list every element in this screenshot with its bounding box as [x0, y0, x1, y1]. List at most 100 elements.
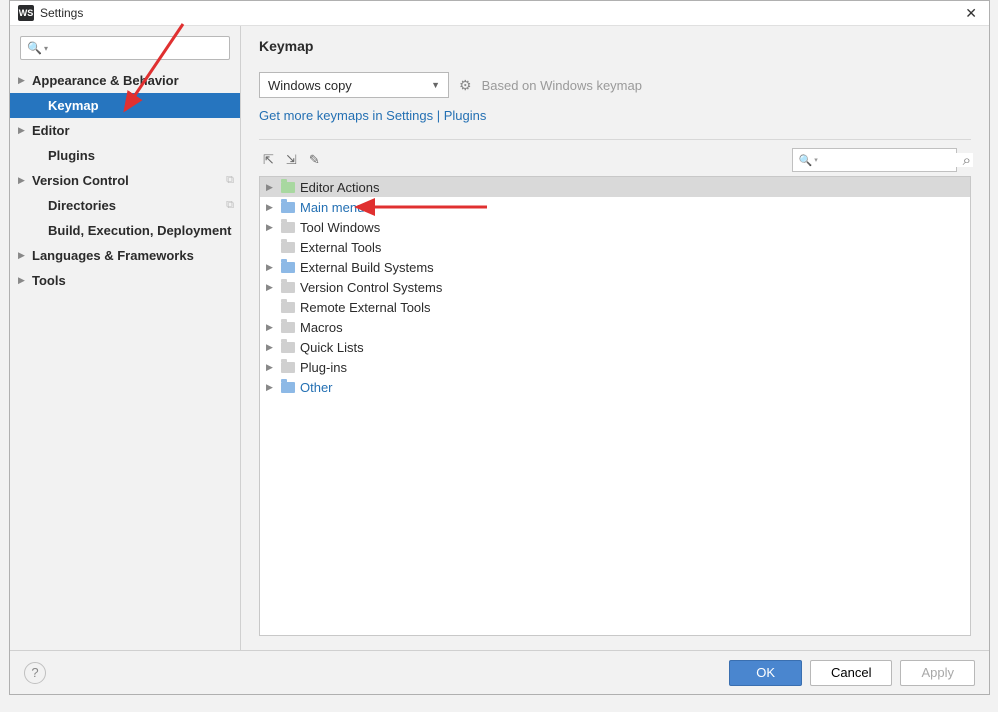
collapse-all-icon[interactable]: ⇲ [286, 152, 297, 168]
close-icon[interactable]: ✕ [961, 5, 981, 22]
chevron-right-icon: ▶ [18, 175, 32, 186]
action-search-input[interactable] [818, 153, 973, 167]
chevron-right-icon: ▶ [266, 182, 280, 193]
settings-dialog: WS Settings ✕ 🔍▾ ▶Appearance & BehaviorK… [9, 0, 990, 695]
app-icon: WS [18, 5, 34, 21]
find-by-shortcut-icon[interactable]: ⌕ [963, 152, 971, 169]
sidebar-item-label: Tools [32, 273, 234, 288]
sidebar-item-label: Editor [32, 123, 234, 138]
chevron-right-icon: ▶ [266, 202, 280, 213]
search-icon: 🔍 [27, 41, 42, 55]
sidebar-item[interactable]: Build, Execution, Deployment [10, 218, 240, 243]
action-label: Version Control Systems [300, 280, 442, 295]
actions-toolbar: ⇱ ⇲ ✎ 🔍▾ ⌕ [259, 139, 971, 172]
project-icon: ⧉ [226, 174, 234, 187]
folder-icon [280, 260, 296, 274]
sidebar-item-label: Keymap [48, 98, 234, 113]
folder-icon [280, 280, 296, 294]
sidebar-item[interactable]: ▶Tools [10, 268, 240, 293]
based-on-label: Based on Windows keymap [482, 78, 642, 93]
search-input[interactable] [48, 41, 223, 55]
action-label: Quick Lists [300, 340, 364, 355]
action-tree-item[interactable]: ▶Remote External Tools [260, 297, 970, 317]
sidebar-item[interactable]: ▶Version Control⧉ [10, 168, 240, 193]
chevron-right-icon: ▶ [266, 382, 280, 393]
sidebar-item-label: Version Control [32, 173, 226, 188]
folder-icon [280, 180, 296, 194]
keymap-scheme-select[interactable]: Windows copy ▼ [259, 72, 449, 98]
apply-button[interactable]: Apply [900, 660, 975, 686]
sidebar-item[interactable]: Plugins [10, 143, 240, 168]
help-button[interactable]: ? [24, 662, 46, 684]
action-label: Plug-ins [300, 360, 347, 375]
chevron-right-icon: ▶ [266, 322, 280, 333]
get-more-keymaps-link[interactable]: Get more keymaps in Settings | Plugins [259, 108, 971, 123]
expand-all-icon[interactable]: ⇱ [263, 152, 274, 168]
sidebar-item-label: Plugins [48, 148, 234, 163]
chevron-right-icon: ▶ [266, 262, 280, 273]
sidebar-item[interactable]: ▶Appearance & Behavior [10, 68, 240, 93]
action-label: External Build Systems [300, 260, 434, 275]
sidebar-item[interactable]: Keymap [10, 93, 240, 118]
action-tree-item[interactable]: ▶ Other [260, 377, 970, 397]
search-icon: 🔍 [799, 154, 813, 167]
action-tree-item[interactable]: ▶ Tool Windows [260, 217, 970, 237]
chevron-right-icon: ▶ [18, 275, 32, 286]
action-label: Tool Windows [300, 220, 380, 235]
action-tree-item[interactable]: ▶Main menu [260, 197, 970, 217]
chevron-down-icon: ▼ [431, 80, 440, 90]
sidebar: 🔍▾ ▶Appearance & BehaviorKeymap▶EditorPl… [10, 26, 241, 650]
project-icon: ⧉ [226, 199, 234, 212]
edit-icon[interactable]: ✎ [309, 152, 320, 168]
folder-icon [280, 200, 296, 214]
settings-tree: ▶Appearance & BehaviorKeymap▶EditorPlugi… [10, 66, 240, 650]
action-tree-item[interactable]: ▶ Macros [260, 317, 970, 337]
gear-icon[interactable]: ⚙ [459, 77, 472, 94]
folder-icon [280, 300, 296, 314]
chevron-right-icon: ▶ [266, 362, 280, 373]
sidebar-item-label: Languages & Frameworks [32, 248, 234, 263]
dialog-body: 🔍▾ ▶Appearance & BehaviorKeymap▶EditorPl… [10, 26, 989, 650]
chevron-right-icon: ▶ [18, 75, 32, 86]
chevron-right-icon: ▶ [266, 222, 280, 233]
folder-icon [280, 340, 296, 354]
sidebar-item[interactable]: ▶Languages & Frameworks [10, 243, 240, 268]
settings-search[interactable]: 🔍▾ [20, 36, 230, 60]
action-tree-item[interactable]: ▶ External Build Systems [260, 257, 970, 277]
dialog-footer: ? OK Cancel Apply [10, 650, 989, 694]
action-tree-item[interactable]: ▶ Quick Lists [260, 337, 970, 357]
action-label: Remote External Tools [300, 300, 431, 315]
folder-icon [280, 220, 296, 234]
action-label: Editor Actions [300, 180, 380, 195]
chevron-right-icon: ▶ [18, 250, 32, 261]
folder-icon [280, 360, 296, 374]
sidebar-item-label: Appearance & Behavior [32, 73, 234, 88]
page-title: Keymap [259, 38, 971, 54]
main-panel: Keymap Windows copy ▼ ⚙ Based on Windows… [241, 26, 989, 650]
action-tree-item[interactable]: ▶External Tools [260, 237, 970, 257]
sidebar-item-label: Directories [48, 198, 226, 213]
action-label: External Tools [300, 240, 381, 255]
window-title: Settings [40, 6, 961, 20]
chevron-right-icon: ▶ [266, 282, 280, 293]
chevron-right-icon: ▶ [266, 342, 280, 353]
sidebar-item[interactable]: ▶Editor [10, 118, 240, 143]
titlebar: WS Settings ✕ [10, 1, 989, 26]
action-tree-item[interactable]: ▶ Version Control Systems [260, 277, 970, 297]
sidebar-item-label: Build, Execution, Deployment [48, 223, 234, 238]
scheme-value: Windows copy [268, 78, 352, 93]
action-label: Macros [300, 320, 343, 335]
chevron-right-icon: ▶ [18, 125, 32, 136]
folder-icon [280, 380, 296, 394]
sidebar-item[interactable]: Directories⧉ [10, 193, 240, 218]
folder-icon [280, 240, 296, 254]
scheme-row: Windows copy ▼ ⚙ Based on Windows keymap [259, 72, 971, 98]
ok-button[interactable]: OK [729, 660, 802, 686]
cancel-button[interactable]: Cancel [810, 660, 892, 686]
action-label: Other [300, 380, 333, 395]
action-tree-item[interactable]: ▶ Plug-ins [260, 357, 970, 377]
actions-tree: ▶Editor Actions▶Main menu▶Tool Windows▶E… [259, 176, 971, 636]
action-search[interactable]: 🔍▾ [792, 148, 957, 172]
folder-icon [280, 320, 296, 334]
action-tree-item[interactable]: ▶ Editor Actions [260, 177, 970, 197]
